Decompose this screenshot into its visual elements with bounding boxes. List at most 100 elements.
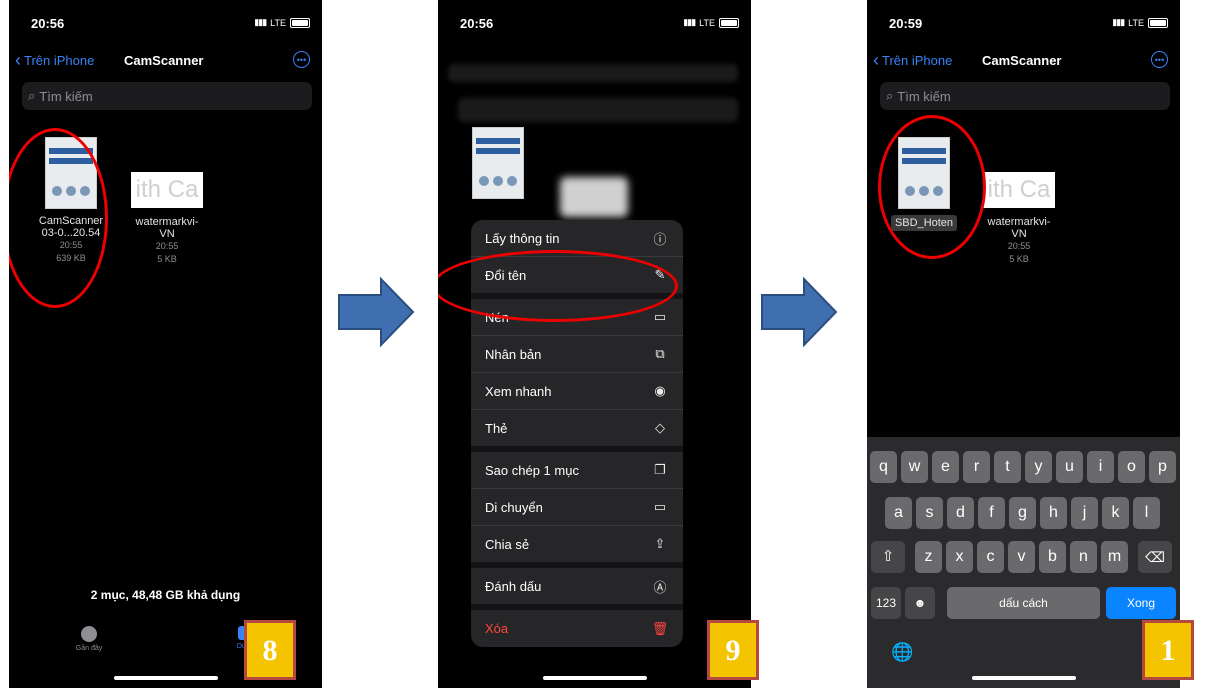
signal-icon: ▮▮▮ — [254, 17, 267, 27]
key-z[interactable]: z — [915, 541, 942, 573]
signal-icon: ▮▮▮ — [1112, 17, 1125, 27]
key-j[interactable]: j — [1071, 497, 1098, 529]
search-placeholder: Tìm kiếm — [39, 88, 93, 104]
done-key[interactable]: Xong — [1106, 587, 1176, 619]
menu-item-quick-look[interactable]: Xem nhanh ◉ — [471, 373, 683, 410]
markup-icon: Ⓐ — [653, 579, 667, 595]
key-o[interactable]: o — [1118, 451, 1145, 483]
key-v[interactable]: v — [1008, 541, 1035, 573]
battery-icon — [719, 17, 739, 28]
backspace-key[interactable]: ⌫ — [1138, 541, 1172, 573]
file-name: VN — [159, 228, 175, 240]
menu-item-delete[interactable]: Xóa 🗑 — [471, 610, 683, 647]
menu-item-label: Xóa — [485, 621, 509, 636]
menu-item-markup[interactable]: Đánh dấu Ⓐ — [471, 568, 683, 610]
key-c[interactable]: c — [977, 541, 1004, 573]
emoji-key[interactable]: ☻ — [905, 587, 935, 619]
status-time: 20:56 — [31, 16, 65, 31]
share-icon: ⇪ — [654, 536, 666, 551]
key-u[interactable]: u — [1056, 451, 1083, 483]
numbers-key[interactable]: 123 — [871, 587, 901, 619]
on-screen-keyboard: qwertyuiop asdfghjkl ⇧ zxcvbnm ⌫ 123 ☻ d… — [867, 437, 1180, 688]
storage-summary: 2 mục, 48,48 GB khả dụng — [90, 588, 241, 602]
file-time: 20:55 — [155, 241, 179, 251]
key-k[interactable]: k — [1102, 497, 1129, 529]
back-button[interactable]: ‹ Trên iPhone — [15, 51, 95, 69]
menu-item-tags[interactable]: Thẻ ◇ — [471, 410, 683, 452]
menu-item-label: Chia sẻ — [485, 536, 530, 552]
search-icon: ⌕ — [28, 88, 36, 103]
key-g[interactable]: g — [1009, 497, 1036, 529]
key-h[interactable]: h — [1040, 497, 1067, 529]
keyboard-row: asdfghjkl — [867, 497, 1180, 529]
key-d[interactable]: d — [947, 497, 974, 529]
back-button[interactable]: ‹ Trên iPhone — [873, 50, 953, 70]
file-item-watermark[interactable]: ith Ca watermarkvi- VN 20:55 5 KB — [977, 152, 1061, 266]
globe-icon[interactable]: 🌐 — [891, 642, 913, 663]
file-item-watermark[interactable]: ith Ca watermarkvi- VN 20:55 5 KB — [125, 152, 209, 266]
status-time: 20:59 — [889, 16, 923, 31]
blurred-search — [458, 98, 738, 122]
menu-item-duplicate[interactable]: Nhân bản ⧉ — [471, 336, 683, 373]
highlight-circle — [438, 250, 678, 322]
tab-recent[interactable]: Gần đây — [67, 626, 111, 652]
image-thumbnail: ith Ca — [983, 172, 1055, 208]
home-indicator — [971, 676, 1076, 680]
key-b[interactable]: b — [1039, 541, 1066, 573]
keyboard-row: qwertyuiop — [867, 451, 1180, 483]
shift-key[interactable]: ⇧ — [871, 541, 905, 573]
eye-icon: ◉ — [654, 383, 666, 398]
search-input[interactable]: ⌕ Tìm kiếm — [880, 82, 1170, 110]
status-indicators: ▮▮▮ LTE — [254, 17, 310, 28]
page-title: CamScanner — [124, 53, 204, 68]
back-label: Trên iPhone — [882, 53, 953, 68]
key-t[interactable]: t — [994, 451, 1021, 483]
key-y[interactable]: y — [1025, 451, 1052, 483]
step-badge: 8 — [244, 620, 296, 680]
key-w[interactable]: w — [901, 451, 928, 483]
phone-screen-context-menu: 20:56 ▮▮▮ LTE Lấy thông tin ⓘ Đổi tên ✎ Né… — [438, 0, 751, 688]
highlight-circle — [878, 115, 986, 259]
folder-icon: ▭ — [653, 499, 667, 514]
tag-icon: ◇ — [655, 420, 665, 435]
status-indicators: ▮▮▮ LTE — [683, 17, 739, 28]
key-p[interactable]: p — [1149, 451, 1176, 483]
key-n[interactable]: n — [1070, 541, 1097, 573]
more-options-icon[interactable]: ••• — [1151, 51, 1168, 68]
copy-icon: ❐ — [654, 462, 666, 477]
search-placeholder: Tìm kiếm — [897, 88, 951, 104]
step-badge: 9 — [707, 620, 759, 680]
duplicate-icon: ⧉ — [655, 346, 665, 361]
status-time: 20:56 — [460, 16, 494, 31]
file-size: 5 KB — [157, 254, 177, 264]
chevron-left-icon: ‹ — [873, 50, 879, 70]
key-a[interactable]: a — [885, 497, 912, 529]
trash-icon: 🗑 — [651, 620, 669, 636]
space-key[interactable]: dấu cách — [947, 587, 1100, 619]
more-options-icon[interactable]: ••• — [293, 51, 310, 68]
key-m[interactable]: m — [1101, 541, 1128, 573]
page-title: CamScanner — [982, 53, 1062, 68]
step-badge: 1 — [1142, 620, 1194, 680]
image-thumbnail: ith Ca — [131, 172, 203, 208]
key-q[interactable]: q — [870, 451, 897, 483]
search-icon: ⌕ — [886, 88, 894, 103]
menu-item-copy[interactable]: Sao chép 1 mục ❐ — [471, 452, 683, 489]
phone-screen-rename: 20:59 ▮▮▮ LTE ‹ Trên iPhone CamScanner •… — [867, 0, 1180, 688]
key-s[interactable]: s — [916, 497, 943, 529]
search-input[interactable]: ⌕ Tìm kiếm — [22, 82, 312, 110]
menu-item-share[interactable]: Chia sẻ ⇪ — [471, 526, 683, 568]
key-e[interactable]: e — [932, 451, 959, 483]
menu-item-move[interactable]: Di chuyển ▭ — [471, 489, 683, 526]
key-l[interactable]: l — [1133, 497, 1160, 529]
key-i[interactable]: i — [1087, 451, 1114, 483]
back-label: Trên iPhone — [24, 53, 95, 68]
keyboard-row: ⇧ zxcvbnm ⌫ — [867, 541, 1180, 573]
key-f[interactable]: f — [978, 497, 1005, 529]
carrier-label: LTE — [1128, 17, 1144, 28]
key-x[interactable]: x — [946, 541, 973, 573]
key-r[interactable]: r — [963, 451, 990, 483]
arrow-right-icon — [338, 277, 415, 347]
menu-item-label: Di chuyển — [485, 499, 543, 515]
menu-item-label: Đánh dấu — [485, 578, 542, 594]
